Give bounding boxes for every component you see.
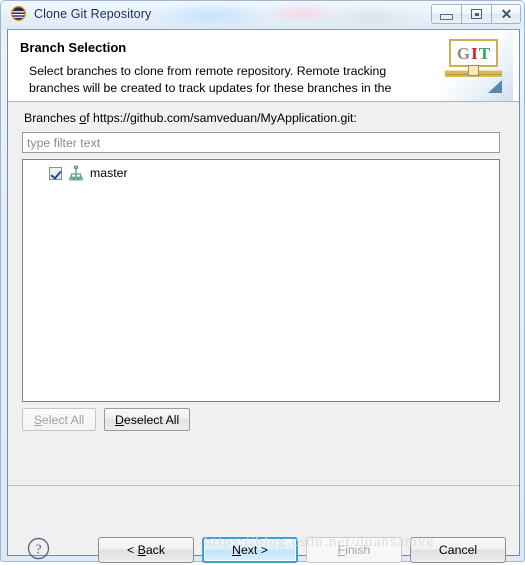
page-description: Select branches to clone from remote rep… <box>29 64 392 95</box>
deselect-all-label: eselect All <box>123 412 180 427</box>
git-logo-clip-icon <box>468 65 479 76</box>
deselect-all-button[interactable]: Deselect All <box>104 408 191 431</box>
minimize-icon <box>440 13 453 20</box>
cancel-label: Cancel <box>438 543 478 557</box>
minimize-button[interactable] <box>431 4 461 24</box>
finish-mnemonic: F <box>337 543 346 557</box>
svg-text:?: ? <box>35 543 41 558</box>
select-all-label: elect All <box>41 412 85 427</box>
deselect-all-mnemonic: D <box>115 412 124 427</box>
next-button[interactable]: Next > <box>202 537 298 563</box>
titlebar-left-group: Clone Git Repository <box>10 5 151 22</box>
git-letter-t: T <box>478 43 491 63</box>
branch-tree[interactable]: master <box>22 159 500 402</box>
close-button[interactable]: ✕ <box>491 4 521 24</box>
tree-item-master[interactable]: master <box>49 164 128 182</box>
branch-checkbox[interactable] <box>49 166 62 180</box>
filter-input[interactable] <box>22 132 500 153</box>
restore-icon <box>471 9 482 19</box>
select-all-mnemonic: S <box>33 412 42 427</box>
eclipse-icon <box>10 5 27 22</box>
close-icon: ✕ <box>500 6 513 22</box>
finish-label: inish <box>345 543 371 557</box>
git-letter-i: I <box>471 43 478 63</box>
back-label: ack <box>145 543 165 557</box>
back-prefix: < <box>127 543 138 557</box>
finish-button[interactable]: Finish <box>306 537 402 563</box>
branches-label: Branches of https://github.com/samveduan… <box>24 111 357 125</box>
window-controls: ✕ <box>431 4 521 24</box>
page-title: Branch Selection <box>20 40 127 55</box>
wizard-content: Branches of https://github.com/samveduan… <box>8 102 519 486</box>
git-letter-g: G <box>456 43 471 63</box>
help-icon[interactable]: ? <box>27 537 50 560</box>
select-all-button[interactable]: Select All <box>22 408 96 431</box>
dialog-window: Clone Git Repository ✕ Branch Selection … <box>0 0 525 563</box>
titlebar[interactable]: Clone Git Repository ✕ <box>1 1 525 29</box>
back-mnemonic: B <box>137 543 146 557</box>
branch-name: master <box>90 166 128 180</box>
git-branch-icon <box>68 165 84 181</box>
window-title: Clone Git Repository <box>34 6 152 21</box>
dialog-footer: ? < Back Next > Finish Cancel <box>8 486 519 563</box>
wizard-buttons: < Back Next > Finish Cancel <box>98 537 506 563</box>
wizard-header: Branch Selection Select branches to clon… <box>8 30 519 102</box>
next-label: ext > <box>240 543 268 557</box>
next-mnemonic: N <box>232 543 241 557</box>
git-logo: G I T <box>440 30 513 101</box>
restore-button[interactable] <box>461 4 491 24</box>
git-logo-corner-triangle-icon <box>488 80 502 93</box>
list-action-buttons: Select All Deselect All <box>22 408 191 431</box>
branches-label-suffix: f https://github.com/samveduan/MyApplica… <box>86 111 357 125</box>
back-button[interactable]: < Back <box>98 537 194 563</box>
dialog-body: Branch Selection Select branches to clon… <box>7 29 520 563</box>
branches-label-prefix: Branches <box>24 111 80 125</box>
cancel-button[interactable]: Cancel <box>410 537 506 563</box>
git-logo-box: G I T <box>449 39 498 67</box>
